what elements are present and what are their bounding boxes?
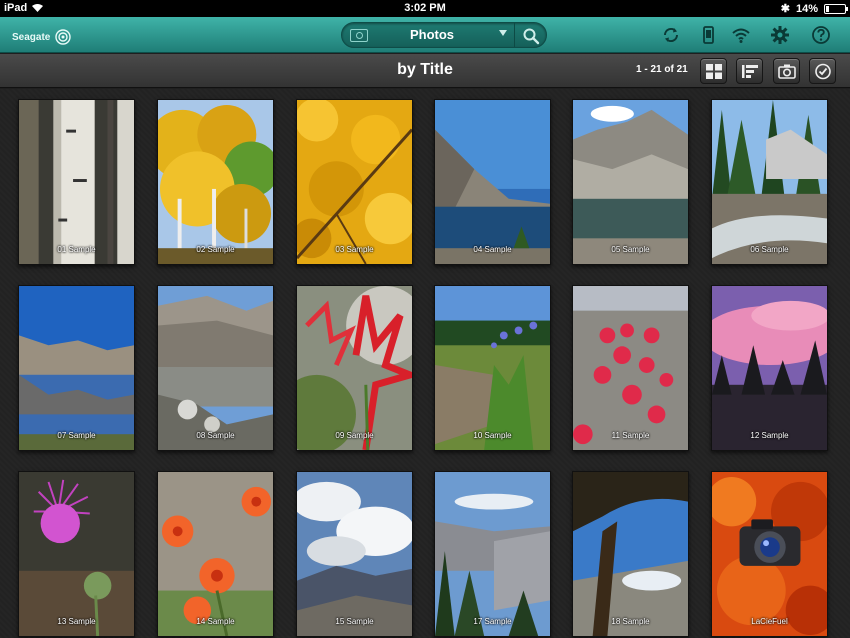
brand-name: Seagate (12, 31, 51, 43)
sort-icon (742, 65, 758, 78)
photo-label: 12 Sample (750, 431, 789, 440)
photo-thumbnail[interactable]: 04 Sample (434, 99, 551, 265)
photo-image (573, 286, 688, 450)
sync-icon[interactable] (661, 25, 681, 45)
photo-label: 06 Sample (750, 245, 789, 254)
photo-thumbnail[interactable]: 14 Sample (157, 471, 274, 637)
brand-logo: Seagate (12, 28, 72, 46)
grid-view-button[interactable] (700, 58, 727, 84)
photo-image (435, 286, 550, 450)
photo-label: 17 Sample (473, 617, 512, 626)
seagate-logo-icon (55, 29, 72, 45)
photo-image (573, 472, 688, 636)
photo-image (297, 286, 412, 450)
photo-label: 09 Sample (335, 431, 374, 440)
photo-label: 14 Sample (196, 617, 235, 626)
photo-thumbnail[interactable]: 08 Sample (157, 285, 274, 451)
photo-label: 07 Sample (57, 431, 96, 440)
photo-thumbnail[interactable]: LaCieFuel (711, 471, 828, 637)
wifi-icon[interactable] (731, 25, 751, 45)
camera-icon (778, 64, 796, 79)
search-icon[interactable] (522, 27, 540, 45)
photo-image (297, 100, 412, 264)
photo-image (19, 100, 134, 264)
photo-label: 01 Sample (57, 245, 96, 254)
camera-button[interactable] (773, 58, 800, 84)
photo-image (573, 100, 688, 264)
photo-label: 10 Sample (473, 431, 512, 440)
photo-thumbnail[interactable]: 09 Sample (296, 285, 413, 451)
photo-thumbnail[interactable]: 03 Sample (296, 99, 413, 265)
photo-thumbnail[interactable]: 12 Sample (711, 285, 828, 451)
app-toolbar: Seagate Photos (0, 17, 850, 53)
photo-label: 04 Sample (473, 245, 512, 254)
photo-label: 13 Sample (57, 617, 96, 626)
photo-image (297, 472, 412, 636)
photo-image (19, 472, 134, 636)
divider (514, 23, 515, 47)
photo-image (712, 100, 827, 264)
photo-thumbnail[interactable]: 18 Sample (572, 471, 689, 637)
source-selector[interactable]: Photos (341, 22, 547, 48)
photo-thumbnail[interactable]: 05 Sample (572, 99, 689, 265)
select-button[interactable] (809, 58, 836, 84)
sub-toolbar: by Title 1 - 21 of 21 (0, 54, 850, 88)
photo-image (712, 286, 827, 450)
photo-image (158, 286, 273, 450)
battery-icon (824, 3, 848, 14)
sort-button[interactable] (736, 58, 763, 84)
photo-thumbnail[interactable]: 11 Sample (572, 285, 689, 451)
photo-label: 03 Sample (335, 245, 374, 254)
photo-label: 11 Sample (611, 431, 650, 440)
phone-icon[interactable] (698, 25, 718, 45)
photo-label: 08 Sample (196, 431, 235, 440)
photo-label: 18 Sample (611, 617, 650, 626)
photo-image (435, 100, 550, 264)
grid-icon (706, 64, 722, 79)
photo-thumbnail[interactable]: 01 Sample (18, 99, 135, 265)
photo-label: 15 Sample (335, 617, 374, 626)
gear-icon[interactable] (770, 25, 790, 45)
photo-thumbnail[interactable]: 06 Sample (711, 99, 828, 265)
photo-image (158, 100, 273, 264)
battery-percent: 14% (795, 2, 818, 15)
photo-thumbnail[interactable]: 07 Sample (18, 285, 135, 451)
source-label: Photos (409, 27, 455, 42)
photo-image (19, 286, 134, 450)
photo-label: 02 Sample (196, 245, 235, 254)
bluetooth-icon: ✱ (780, 3, 790, 15)
photo-thumbnail[interactable]: 02 Sample (157, 99, 274, 265)
photo-label: 05 Sample (611, 245, 650, 254)
checkmark-icon (815, 63, 831, 80)
photo-thumbnail[interactable]: 15 Sample (296, 471, 413, 637)
photo-image (158, 472, 273, 636)
photo-image (435, 472, 550, 636)
photo-thumbnail[interactable]: 17 Sample (434, 471, 551, 637)
status-bar: iPad 3:02 PM ✱ 14% (0, 0, 850, 17)
item-count: 1 - 21 of 21 (636, 64, 688, 75)
clock: 3:02 PM (404, 2, 446, 14)
help-icon[interactable] (811, 25, 831, 45)
photo-label: LaCieFuel (751, 617, 788, 626)
photo-thumbnail[interactable]: 10 Sample (434, 285, 551, 451)
chevron-down-icon[interactable] (499, 30, 507, 36)
camera-icon (350, 29, 368, 42)
photo-grid: 01 Sample 02 Sample 03 Sample 04 Sample 05 S… (0, 89, 850, 638)
photo-image (712, 472, 827, 636)
photo-thumbnail[interactable]: 13 Sample (18, 471, 135, 637)
